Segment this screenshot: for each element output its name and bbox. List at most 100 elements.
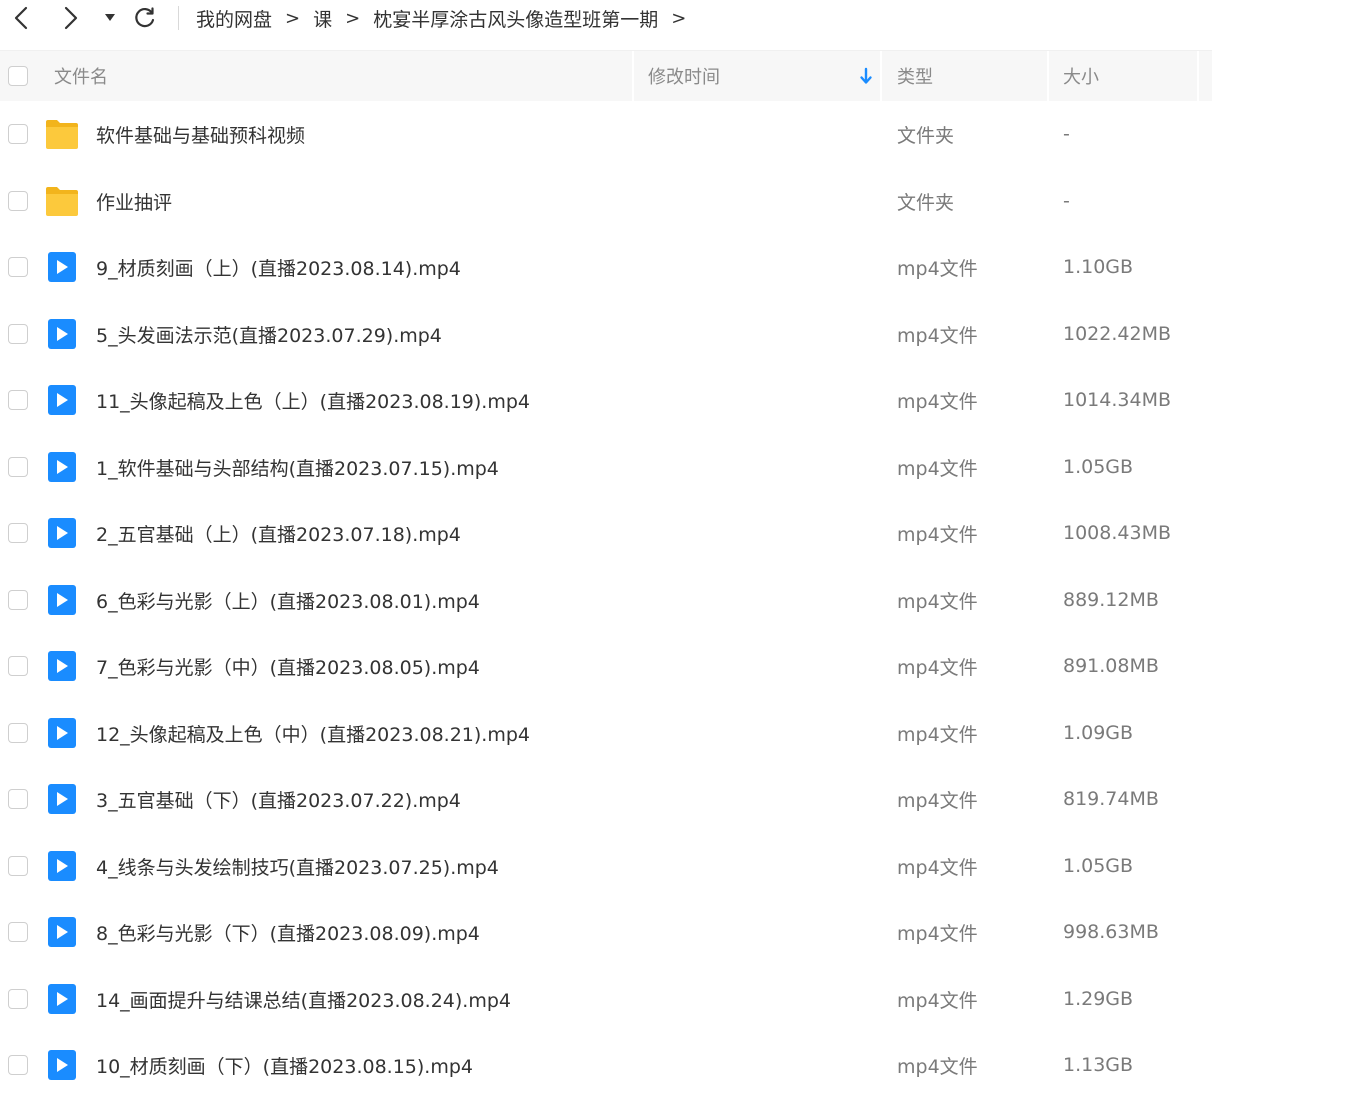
- file-name[interactable]: 作业抽评: [96, 168, 172, 234]
- row-checkbox[interactable]: [8, 789, 28, 809]
- file-size: -: [1063, 123, 1070, 145]
- file-type: mp4文件: [897, 457, 978, 480]
- file-size: 889.12MB: [1063, 589, 1159, 611]
- file-row[interactable]: 6_色彩与光影（上）(直播2023.08.01).mp4 mp4文件 889.1…: [0, 567, 1212, 633]
- refresh-icon: [135, 7, 155, 28]
- file-row[interactable]: 5_头发画法示范(直播2023.07.29).mp4 mp4文件 1022.42…: [0, 301, 1212, 367]
- column-header-name[interactable]: 文件名: [54, 51, 632, 101]
- file-row[interactable]: 8_色彩与光影（下）(直播2023.08.09).mp4 mp4文件 998.6…: [0, 899, 1212, 965]
- row-checkbox[interactable]: [8, 390, 28, 410]
- column-header-modified[interactable]: 修改时间: [648, 51, 880, 101]
- file-size: 1.13GB: [1063, 1054, 1134, 1076]
- file-name[interactable]: 软件基础与基础预科视频: [96, 101, 305, 167]
- file-name[interactable]: 4_线条与头发绘制技巧(直播2023.07.25).mp4: [96, 833, 499, 899]
- video-file-icon: [48, 518, 76, 548]
- file-name[interactable]: 3_五官基础（下）(直播2023.07.22).mp4: [96, 766, 461, 832]
- file-name[interactable]: 2_五官基础（上）(直播2023.07.18).mp4: [96, 500, 461, 566]
- file-size: -: [1063, 190, 1070, 212]
- file-name[interactable]: 12_头像起稿及上色（中）(直播2023.08.21).mp4: [96, 700, 530, 766]
- row-checkbox[interactable]: [8, 723, 28, 743]
- file-type: mp4文件: [897, 789, 978, 812]
- file-name[interactable]: 1_软件基础与头部结构(直播2023.07.15).mp4: [96, 434, 499, 500]
- file-size: 1.09GB: [1063, 722, 1134, 744]
- breadcrumb-item-folder[interactable]: 课: [313, 5, 332, 32]
- forward-button[interactable]: [58, 3, 84, 33]
- column-header-size[interactable]: 大小: [1063, 51, 1197, 101]
- arrow-down-icon[interactable]: [858, 65, 874, 87]
- file-row[interactable]: 10_材质刻画（下）(直播2023.08.15).mp4 mp4文件 1.13G…: [0, 1032, 1212, 1098]
- file-row[interactable]: 9_材质刻画（上）(直播2023.08.14).mp4 mp4文件 1.10GB: [0, 234, 1212, 300]
- file-type: 文件夹: [897, 124, 955, 147]
- file-row[interactable]: 软件基础与基础预科视频 文件夹 -: [0, 101, 1212, 167]
- file-name[interactable]: 10_材质刻画（下）(直播2023.08.15).mp4: [96, 1032, 473, 1098]
- breadcrumb-separator[interactable]: >: [671, 8, 686, 29]
- file-name[interactable]: 11_头像起稿及上色（上）(直播2023.08.19).mp4: [96, 367, 530, 433]
- file-row[interactable]: 4_线条与头发绘制技巧(直播2023.07.25).mp4 mp4文件 1.05…: [0, 833, 1212, 899]
- row-checkbox[interactable]: [8, 590, 28, 610]
- video-file-icon: [48, 585, 76, 615]
- file-row[interactable]: 作业抽评 文件夹 -: [0, 168, 1212, 234]
- navigation-toolbar: 我的网盘 > 课 > 枕宴半厚涂古风头像造型班第一期 >: [0, 0, 1350, 36]
- file-size: 819.74MB: [1063, 788, 1159, 810]
- chevron-left-icon: [14, 6, 28, 30]
- file-size: 1.05GB: [1063, 456, 1134, 478]
- breadcrumb-item-root[interactable]: 我的网盘: [196, 5, 272, 32]
- file-row[interactable]: 14_画面提升与结课总结(直播2023.08.24).mp4 mp4文件 1.2…: [0, 966, 1212, 1032]
- file-type: mp4文件: [897, 989, 978, 1012]
- file-row[interactable]: 1_软件基础与头部结构(直播2023.07.15).mp4 mp4文件 1.05…: [0, 434, 1212, 500]
- file-type: mp4文件: [897, 856, 978, 879]
- row-checkbox[interactable]: [8, 257, 28, 277]
- video-file-icon: [48, 452, 76, 482]
- back-button[interactable]: [8, 3, 34, 33]
- refresh-button[interactable]: [132, 3, 158, 33]
- toolbar-divider: [178, 6, 179, 30]
- file-type: mp4文件: [897, 390, 978, 413]
- file-row[interactable]: 7_色彩与光影（中）(直播2023.08.05).mp4 mp4文件 891.0…: [0, 633, 1212, 699]
- row-checkbox[interactable]: [8, 324, 28, 344]
- file-name[interactable]: 5_头发画法示范(直播2023.07.29).mp4: [96, 301, 442, 367]
- file-type: mp4文件: [897, 324, 978, 347]
- file-name[interactable]: 8_色彩与光影（下）(直播2023.08.09).mp4: [96, 899, 480, 965]
- breadcrumb-separator: >: [345, 7, 361, 29]
- file-row[interactable]: 11_头像起稿及上色（上）(直播2023.08.19).mp4 mp4文件 10…: [0, 367, 1212, 433]
- file-name[interactable]: 9_材质刻画（上）(直播2023.08.14).mp4: [96, 234, 461, 300]
- file-size: 998.63MB: [1063, 921, 1159, 943]
- file-size: 1022.42MB: [1063, 323, 1171, 345]
- row-checkbox[interactable]: [8, 656, 28, 676]
- row-checkbox[interactable]: [8, 191, 28, 211]
- video-file-icon: [48, 319, 76, 349]
- row-checkbox[interactable]: [8, 989, 28, 1009]
- file-type: 文件夹: [897, 191, 955, 214]
- file-type: mp4文件: [897, 523, 978, 546]
- file-row[interactable]: 2_五官基础（上）(直播2023.07.18).mp4 mp4文件 1008.4…: [0, 500, 1212, 566]
- file-type: mp4文件: [897, 590, 978, 613]
- file-list-header: 文件名 修改时间 类型 大小: [0, 50, 1212, 101]
- file-row[interactable]: 3_五官基础（下）(直播2023.07.22).mp4 mp4文件 819.74…: [0, 766, 1212, 832]
- column-header-type[interactable]: 类型: [897, 51, 1047, 101]
- folder-icon: [46, 120, 78, 149]
- column-divider: [1197, 51, 1199, 101]
- caret-down-icon: [105, 14, 115, 21]
- breadcrumb-item-current[interactable]: 枕宴半厚涂古风头像造型班第一期: [373, 5, 658, 32]
- row-checkbox[interactable]: [8, 457, 28, 477]
- file-size: 891.08MB: [1063, 655, 1159, 677]
- history-dropdown-button[interactable]: [100, 3, 120, 33]
- row-checkbox[interactable]: [8, 1055, 28, 1075]
- row-checkbox[interactable]: [8, 856, 28, 876]
- column-divider: [1047, 51, 1049, 101]
- file-name[interactable]: 7_色彩与光影（中）(直播2023.08.05).mp4: [96, 633, 480, 699]
- chevron-right-icon: [64, 6, 78, 30]
- file-name[interactable]: 6_色彩与光影（上）(直播2023.08.01).mp4: [96, 567, 480, 633]
- file-row[interactable]: 12_头像起稿及上色（中）(直播2023.08.21).mp4 mp4文件 1.…: [0, 700, 1212, 766]
- file-size: 1014.34MB: [1063, 389, 1171, 411]
- select-all-checkbox[interactable]: [8, 66, 28, 86]
- file-type: mp4文件: [897, 922, 978, 945]
- row-checkbox[interactable]: [8, 124, 28, 144]
- row-checkbox[interactable]: [8, 922, 28, 942]
- file-name[interactable]: 14_画面提升与结课总结(直播2023.08.24).mp4: [96, 966, 511, 1032]
- row-checkbox[interactable]: [8, 523, 28, 543]
- video-file-icon: [48, 917, 76, 947]
- file-size: 1.05GB: [1063, 855, 1134, 877]
- folder-icon: [46, 187, 78, 216]
- video-file-icon: [48, 718, 76, 748]
